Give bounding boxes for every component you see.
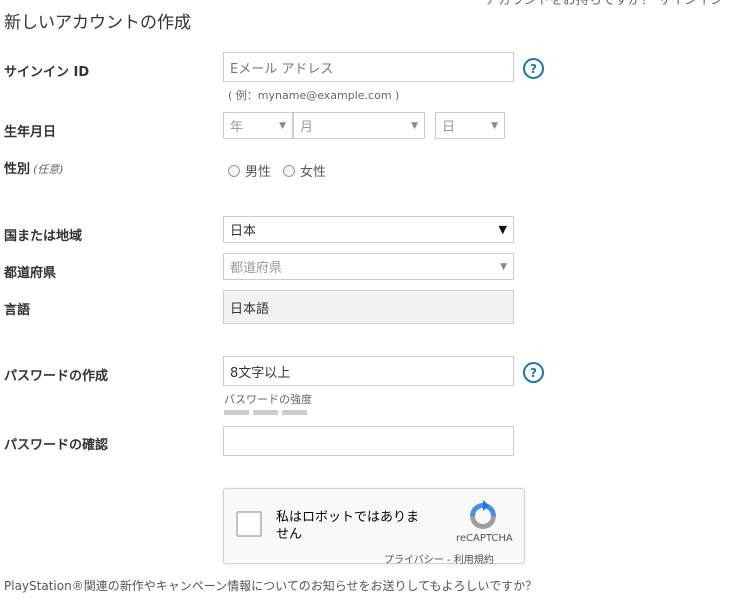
password-field[interactable]: 8文字以上 <box>223 356 514 386</box>
recaptcha-widget: 私はロボットではありません reCAPTCHA プライバシー - 利用規約 <box>223 488 525 566</box>
captcha-brand: reCAPTCHA <box>456 533 513 544</box>
birth-month-select[interactable]: 月 ▼ <box>293 112 425 139</box>
strength-bar <box>282 410 307 415</box>
signin-link[interactable]: アカウントをお持ちですか？ サインイン <box>485 0 723 8</box>
prefecture-label: 都道府県 <box>4 266 57 281</box>
strength-bar <box>253 410 278 415</box>
birth-year-select[interactable]: 年 ▼ <box>223 112 293 139</box>
gender-option-label: 女性 <box>300 165 327 180</box>
help-icon[interactable]: ? <box>523 58 544 79</box>
captcha-label: 私はロボットではありません <box>276 510 420 542</box>
recaptcha-logo-icon <box>470 500 496 529</box>
birthdate-label: 生年月日 <box>4 125 57 140</box>
gender-radio-male[interactable] <box>228 164 240 177</box>
birth-day-select[interactable]: 日 ▼ <box>435 112 505 139</box>
gender-options: 男性 女性 <box>228 161 338 180</box>
chevron-down-icon: ▼ <box>498 223 507 236</box>
chevron-down-icon: ▼ <box>491 120 498 131</box>
newsletter-question: PlayStation®関連の新作やキャンペーン情報についてのお知らせをお送りし… <box>4 579 538 593</box>
country-label: 国または地域 <box>4 229 83 244</box>
country-select[interactable]: 日本 ▼ <box>223 216 514 243</box>
password-confirm-field[interactable] <box>223 426 514 456</box>
email-example-hint: ( 例：myname@example.com ) <box>228 89 400 102</box>
gender-label: 性別 (任意) <box>4 158 64 177</box>
prefecture-select[interactable]: 都道府県 ▼ <box>223 253 514 280</box>
email-field[interactable]: Eメール アドレス <box>223 52 514 82</box>
password-label: パスワードの作成 <box>4 369 109 384</box>
chevron-down-icon: ▼ <box>411 120 418 131</box>
page-title: 新しいアカウントの作成 <box>4 13 191 33</box>
gender-option-label: 男性 <box>245 165 272 180</box>
language-label: 言語 <box>4 303 31 318</box>
prefecture-value: 都道府県 <box>230 261 283 276</box>
signin-id-label: サインイン ID <box>4 65 90 80</box>
optional-note: (任意) <box>33 163 64 176</box>
password-confirm-label: パスワードの確認 <box>4 438 109 453</box>
chevron-down-icon: ▼ <box>279 120 286 131</box>
help-icon[interactable]: ? <box>523 362 544 383</box>
captcha-checkbox[interactable] <box>236 511 262 537</box>
birth-month-value: 月 <box>300 120 314 135</box>
gender-label-text: 性別 <box>4 162 31 177</box>
gender-radio-female[interactable] <box>283 164 296 177</box>
birth-year-value: 年 <box>230 120 244 135</box>
birth-day-value: 日 <box>442 120 456 135</box>
password-strength-label: パスワードの強度 <box>224 393 312 406</box>
strength-bar <box>224 410 249 415</box>
language-field: 日本語 <box>223 290 514 324</box>
country-value: 日本 <box>230 224 257 239</box>
captcha-privacy-terms-links[interactable]: プライバシー - 利用規約 <box>384 551 494 566</box>
chevron-down-icon: ▼ <box>500 261 507 272</box>
